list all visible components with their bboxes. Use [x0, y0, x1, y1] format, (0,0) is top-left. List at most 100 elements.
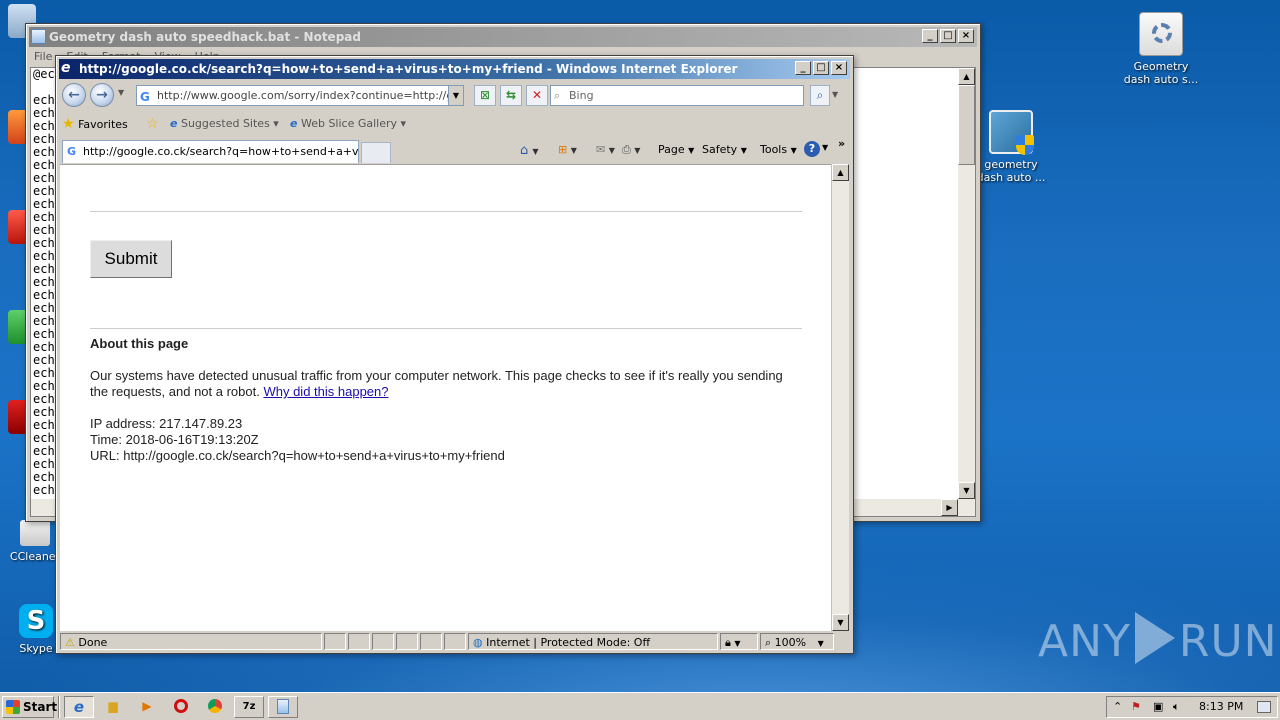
- tab-row: G http://google.co.ck/search?q=how+to+se…: [60, 137, 849, 163]
- ie-window[interactable]: e http://google.co.ck/search?q=how+to+se…: [55, 55, 854, 654]
- suggested-sites-link[interactable]: e Suggested Sites ▾: [170, 112, 279, 136]
- protected-mode-lock[interactable]: 🔒︎ ▼: [720, 633, 758, 650]
- ie-navigation-bar: ← → ▼ G http://www.google.com/sorry/inde…: [60, 80, 849, 110]
- chevron-more-icon[interactable]: »: [838, 137, 845, 150]
- taskbar-opera-icon[interactable]: [166, 696, 196, 718]
- back-arrow-icon[interactable]: ←: [62, 83, 86, 107]
- about-heading: About this page: [90, 336, 189, 351]
- tools-menu[interactable]: Tools ▼: [760, 143, 797, 156]
- home-icon[interactable]: ⌂ ▼: [520, 143, 539, 158]
- safety-menu[interactable]: Safety ▼: [702, 143, 747, 156]
- tab-title: http://google.co.ck/search?q=how+to+send…: [83, 145, 359, 158]
- notepad-titlebar[interactable]: Geometry dash auto speedhack.bat - Notep…: [29, 27, 977, 47]
- print-icon[interactable]: ⎙ ▼: [622, 143, 640, 157]
- url-line: URL: http://google.co.ck/search?q=how+to…: [90, 448, 505, 463]
- anyrun-watermark: ANY RUN: [1038, 612, 1278, 667]
- zoom-control[interactable]: ⌕ 100% ▼: [760, 633, 834, 650]
- globe-icon: ◍: [473, 636, 483, 649]
- network-icon[interactable]: ▣: [1153, 697, 1163, 717]
- warning-icon: ⚠: [65, 636, 75, 649]
- clock[interactable]: 8:13 PM: [1199, 697, 1243, 717]
- status-bar: ⚠ Done ◍ Internet | Protected Mode: Off …: [60, 632, 849, 651]
- desktop-icon-label: CCleaner: [9, 550, 61, 563]
- status-pane-1: [324, 633, 346, 650]
- menu-file[interactable]: File: [34, 48, 52, 66]
- feeds-icon[interactable]: ⊞ ▼: [558, 143, 577, 156]
- history-dropdown-icon[interactable]: ▼: [118, 88, 124, 97]
- notepad-title: Geometry dash auto speedhack.bat - Notep…: [49, 30, 361, 44]
- search-button-icon[interactable]: ⌕: [810, 85, 830, 106]
- submit-button[interactable]: Submit: [90, 240, 172, 278]
- time-line: Time: 2018-06-16T19:13:20Z: [90, 432, 259, 447]
- maximize-button[interactable]: □: [940, 29, 956, 43]
- ie-title: http://google.co.ck/search?q=how+to+send…: [79, 62, 738, 76]
- minimize-button[interactable]: _: [795, 61, 811, 75]
- windows-flag-icon: [6, 700, 20, 714]
- taskbar-explorer-icon[interactable]: ▆: [98, 696, 128, 718]
- desktop-icon-geometry-exe[interactable]: geometry dash auto ...: [971, 110, 1051, 184]
- taskbar-7zip-icon[interactable]: 7z: [234, 696, 264, 718]
- play-triangle-icon: [1134, 612, 1175, 664]
- quicklaunch-divider: [58, 696, 60, 718]
- mail-icon[interactable]: ✉ ▼: [596, 143, 615, 156]
- volume-icon[interactable]: 🔈︎: [1173, 697, 1180, 717]
- zoom-level: 100%: [774, 636, 807, 649]
- favorites-bar: ★ Favorites ☆ e Suggested Sites ▾ e Web …: [60, 112, 849, 136]
- address-dropdown-icon[interactable]: ▼: [448, 85, 464, 106]
- web-slice-gallery-link[interactable]: e Web Slice Gallery ▾: [290, 112, 406, 136]
- address-bar[interactable]: G http://www.google.com/sorry/index?cont…: [136, 85, 464, 106]
- divider-top: [90, 211, 802, 212]
- minimize-button[interactable]: _: [922, 29, 938, 43]
- help-dropdown-icon[interactable]: ▼: [822, 143, 828, 152]
- page-menu-label: Page: [658, 143, 685, 156]
- ie-page-icon: e: [170, 117, 178, 130]
- batch-file-icon: [1139, 12, 1183, 56]
- page-menu[interactable]: Page ▼: [658, 143, 694, 156]
- taskbar-notepad-icon[interactable]: [268, 696, 298, 718]
- status-pane-4: [396, 633, 418, 650]
- scroll-down-arrow-icon[interactable]: ▼: [958, 482, 975, 499]
- why-did-this-happen-link[interactable]: Why did this happen?: [263, 384, 388, 399]
- maximize-button[interactable]: □: [813, 61, 829, 75]
- compatibility-view-icon[interactable]: ⊠: [474, 85, 496, 106]
- scroll-thumb[interactable]: [958, 85, 975, 165]
- search-options-icon[interactable]: ▼: [832, 90, 838, 99]
- paragraph-text: Our systems have detected unusual traffi…: [90, 368, 783, 399]
- show-desktop-icon[interactable]: [1257, 701, 1271, 713]
- favorites-button[interactable]: ★ Favorites: [62, 112, 128, 137]
- ie-titlebar[interactable]: e http://google.co.ck/search?q=how+to+se…: [59, 59, 850, 79]
- close-button[interactable]: ×: [831, 61, 847, 75]
- start-button[interactable]: Start: [2, 696, 57, 718]
- taskbar-media-player-icon[interactable]: ▶: [132, 696, 162, 718]
- desktop-icon-label: Skype: [19, 642, 53, 655]
- show-hidden-icons-chevron-icon[interactable]: ⌃: [1113, 697, 1122, 717]
- new-tab-button[interactable]: [361, 142, 391, 163]
- tab-google-search[interactable]: G http://google.co.ck/search?q=how+to+se…: [62, 140, 359, 163]
- forward-arrow-icon[interactable]: →: [90, 83, 114, 107]
- taskbar: Start e ▆ ▶ 7z ⌃ ⚑ ▣ 🔈︎ 8:13 PM: [0, 692, 1280, 720]
- desktop-icon-geometry-bat[interactable]: Geometry dash auto s...: [1121, 12, 1201, 86]
- stop-icon[interactable]: ✕: [526, 85, 548, 106]
- close-button[interactable]: ×: [958, 29, 974, 43]
- help-icon[interactable]: ?: [804, 141, 820, 157]
- security-zone[interactable]: ◍ Internet | Protected Mode: Off: [468, 633, 718, 650]
- zone-text: Internet | Protected Mode: Off: [486, 636, 651, 649]
- scroll-right-arrow-icon[interactable]: ▶: [941, 499, 958, 516]
- installer-shield-icon: [989, 110, 1034, 155]
- ie-vertical-scrollbar[interactable]: ▲ ▼: [831, 164, 849, 631]
- refresh-icon[interactable]: ⇆: [500, 85, 522, 106]
- add-favorites-icon[interactable]: ☆: [146, 112, 159, 136]
- search-input[interactable]: ⌕ Bing: [550, 85, 804, 106]
- notepad-line: @ec: [33, 67, 55, 81]
- notepad-line: ech: [33, 483, 55, 497]
- safety-menu-label: Safety: [702, 143, 738, 156]
- notepad-vertical-scrollbar[interactable]: ▲ ▼: [958, 68, 975, 499]
- scroll-up-arrow-icon[interactable]: ▲: [832, 164, 849, 181]
- scroll-up-arrow-icon[interactable]: ▲: [958, 68, 975, 85]
- scroll-down-arrow-icon[interactable]: ▼: [832, 614, 849, 631]
- taskbar-chrome-icon[interactable]: [200, 696, 230, 718]
- action-center-flag-icon[interactable]: ⚑: [1131, 697, 1141, 717]
- skype-icon: S: [19, 604, 53, 638]
- notepad-icon: [31, 29, 46, 44]
- taskbar-ie-icon[interactable]: e: [64, 696, 94, 718]
